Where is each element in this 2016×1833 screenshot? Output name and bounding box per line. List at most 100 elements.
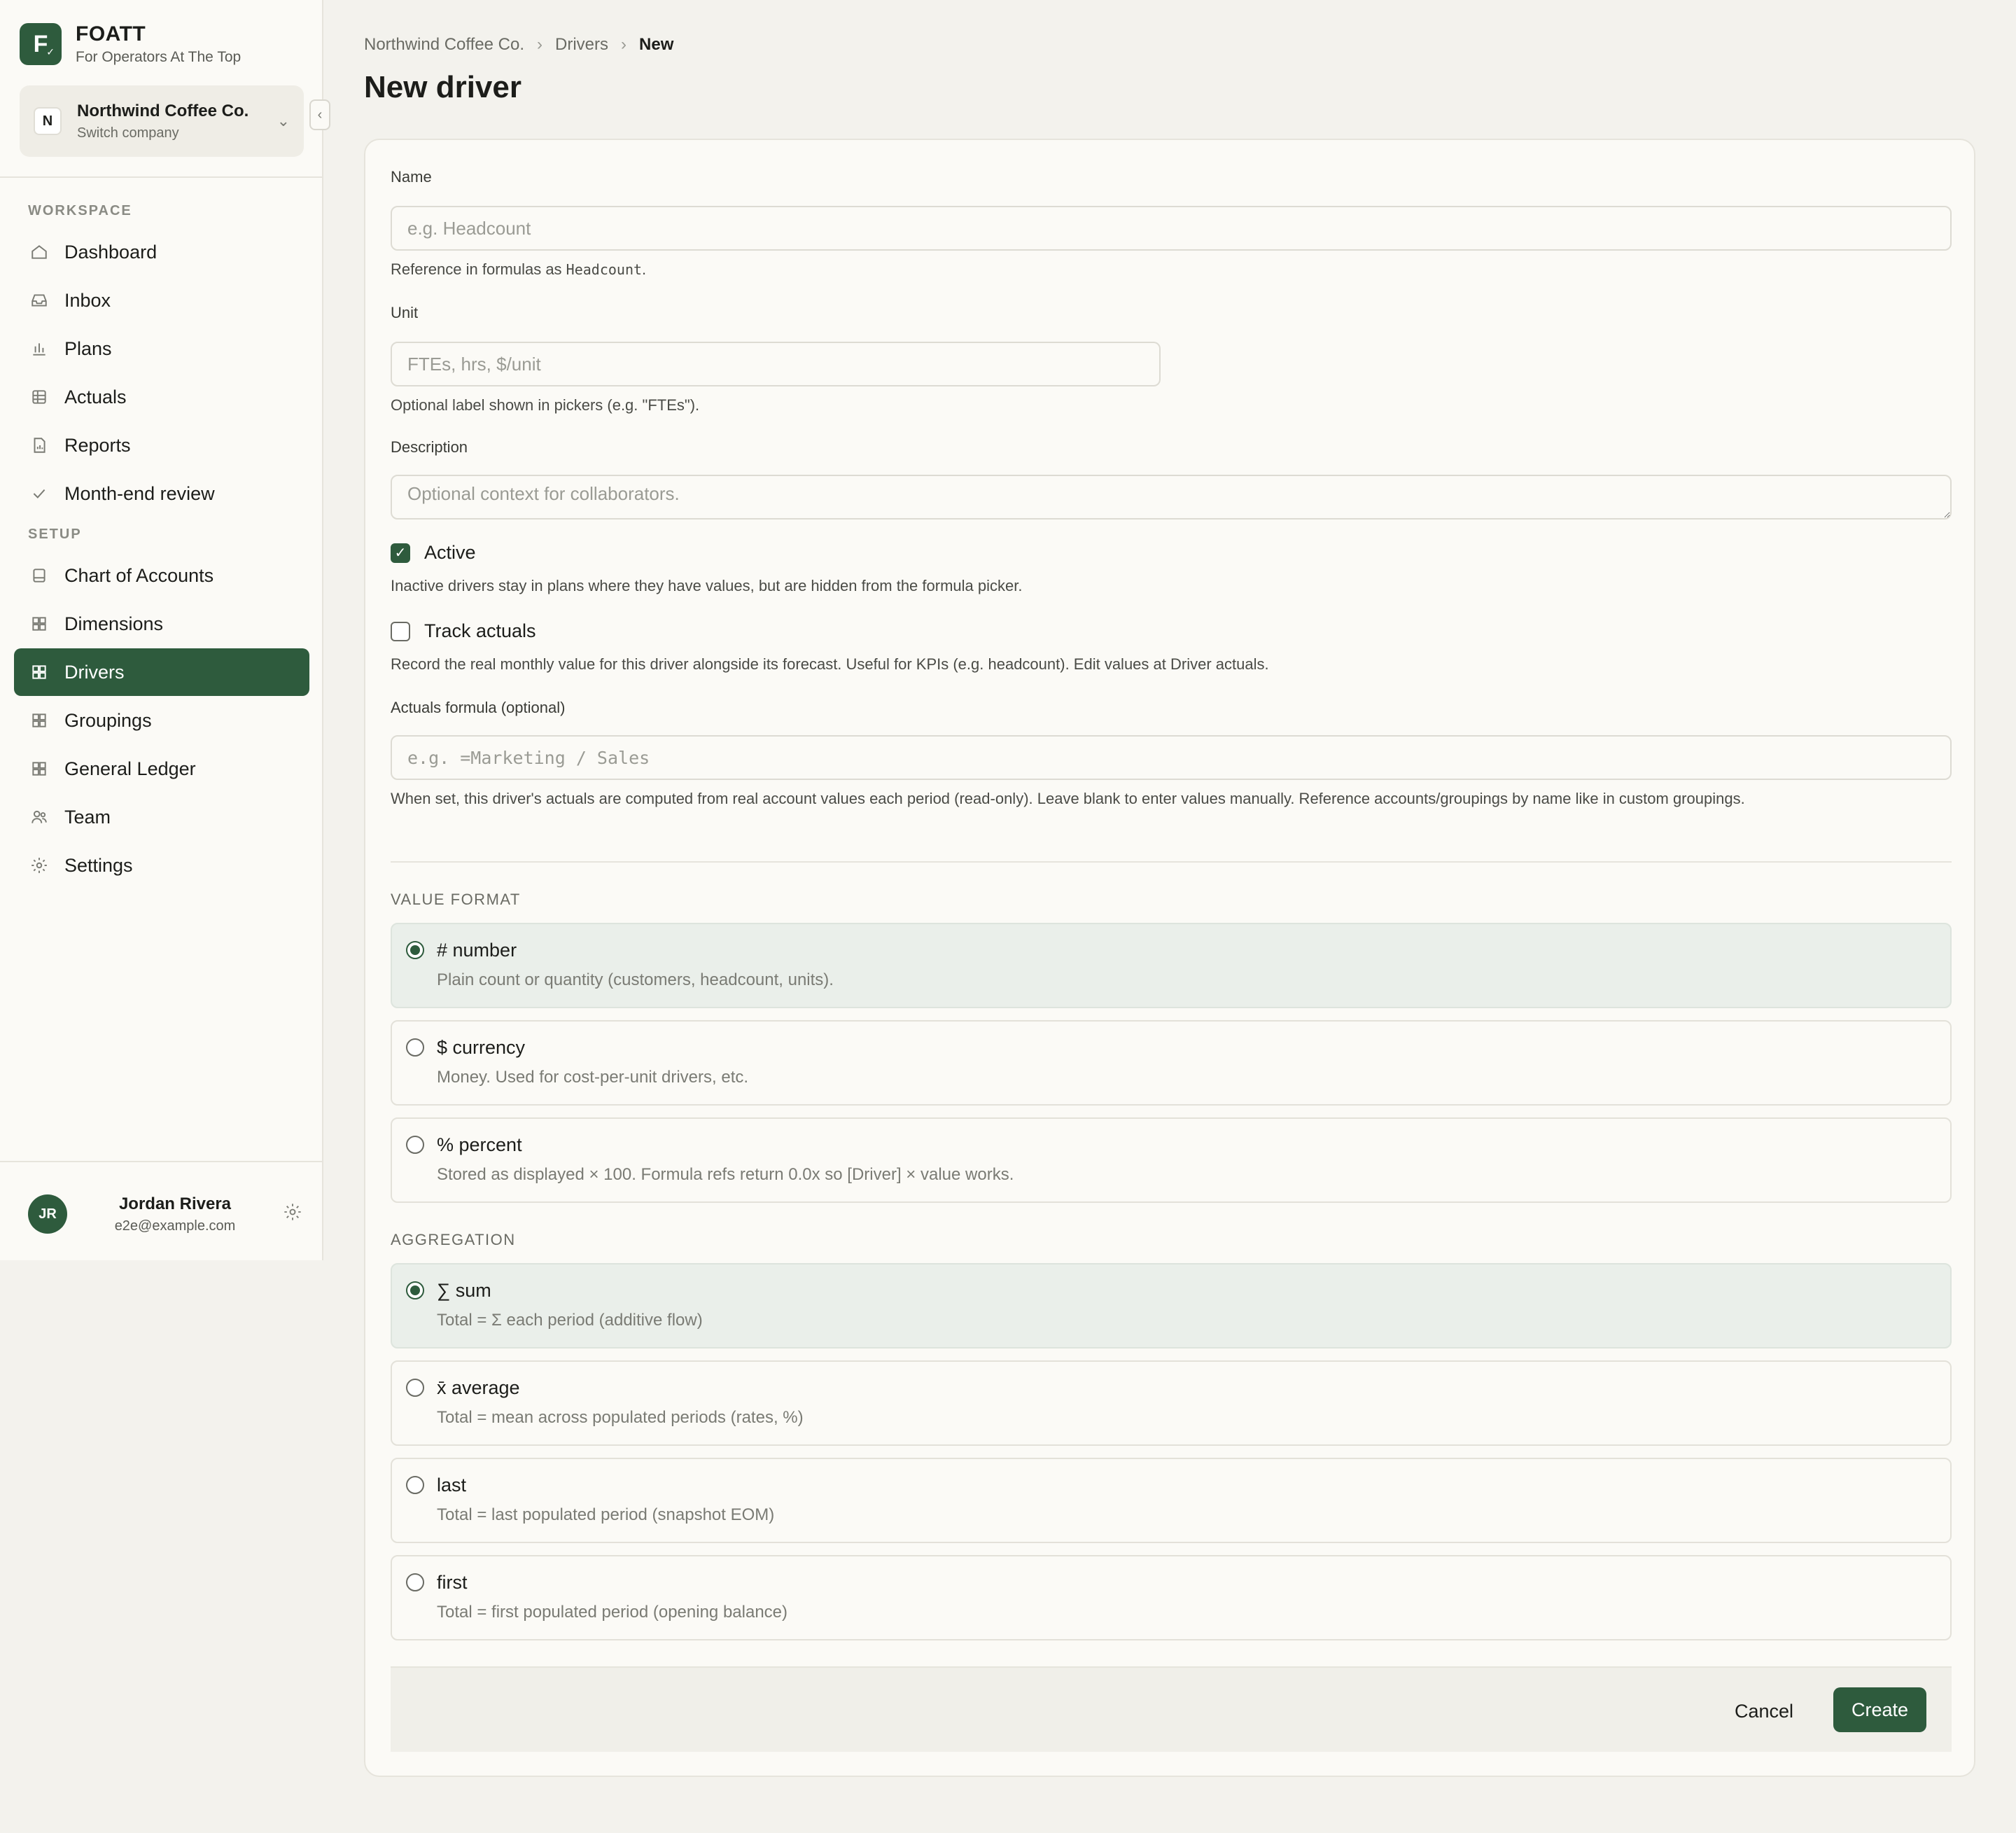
breadcrumb-company-link[interactable]: Northwind Coffee Co. <box>364 35 524 55</box>
grid-icon <box>28 615 50 633</box>
sidebar-divider <box>0 176 322 178</box>
sidebar-item-label: Groupings <box>64 709 152 731</box>
user-divider <box>0 1161 322 1162</box>
name-hint: Reference in formulas as Headcount. <box>391 260 646 279</box>
value-format-radio[interactable] <box>406 1136 424 1154</box>
user-settings-gear-icon[interactable] <box>283 1202 302 1227</box>
grid-icon <box>28 760 50 778</box>
breadcrumb-chevron-icon: › <box>537 35 543 54</box>
sidebar-item-settings[interactable]: Settings <box>14 842 309 889</box>
brand-logo-letter: F <box>33 30 48 57</box>
sidebar-item-actuals[interactable]: Actuals <box>14 373 309 421</box>
user-email: e2e@example.com <box>114 1218 236 1234</box>
sidebar-item-team[interactable]: Team <box>14 793 309 841</box>
chevron-down-icon: ⌄ <box>276 112 290 130</box>
sidebar-item-label: Reports <box>64 434 131 456</box>
sidebar-item-general-ledger[interactable]: General Ledger <box>14 745 309 793</box>
grid-icon <box>28 711 50 730</box>
aggregation-option-average[interactable]: x̄ average Total = mean across populated… <box>391 1360 1952 1446</box>
sidebar-item-label: Plans <box>64 337 112 359</box>
sidebar-item-chart-of-accounts[interactable]: Chart of Accounts <box>14 552 309 599</box>
aggregation-radio[interactable] <box>406 1379 424 1397</box>
track-actuals-hint: Record the real monthly value for this d… <box>391 655 1269 673</box>
form-footer: Cancel Create <box>391 1666 1952 1752</box>
book-icon <box>28 566 50 585</box>
track-actuals-checkbox-row[interactable]: Track actuals <box>391 620 536 642</box>
home-icon <box>28 243 50 261</box>
cancel-button[interactable]: Cancel <box>1719 1689 1809 1734</box>
option-description: Total = first populated period (opening … <box>437 1603 788 1622</box>
aggregation-option-first[interactable]: first Total = first populated period (op… <box>391 1555 1952 1640</box>
workspace-section-label: WORKSPACE <box>28 203 132 218</box>
sidebar-item-label: Settings <box>64 854 133 876</box>
check-icon <box>28 485 50 503</box>
table-icon <box>28 388 50 406</box>
actuals-formula-hint: When set, this driver's actuals are comp… <box>391 790 1745 807</box>
name-label: Name <box>391 168 432 186</box>
option-title: x̄ average <box>437 1377 520 1398</box>
track-actuals-checkbox[interactable] <box>391 621 410 641</box>
sidebar-item-label: Chart of Accounts <box>64 564 214 586</box>
breadcrumb: Northwind Coffee Co. › Drivers › New <box>364 35 673 55</box>
collapse-sidebar-button[interactable]: ‹ <box>309 99 330 130</box>
description-textarea[interactable] <box>391 475 1952 520</box>
value-format-radio[interactable] <box>406 941 424 959</box>
aggregation-radio[interactable] <box>406 1281 424 1299</box>
brand-name: FOATT <box>76 22 146 46</box>
sidebar-item-label: Dashboard <box>64 241 158 263</box>
create-button[interactable]: Create <box>1833 1687 1926 1732</box>
user-profile[interactable]: JR Jordan Rivera e2e@example.com <box>28 1192 302 1236</box>
aggregation-option-last[interactable]: last Total = last populated period (snap… <box>391 1458 1952 1543</box>
value-format-radio[interactable] <box>406 1038 424 1057</box>
sidebar-item-month-end-review[interactable]: Month-end review <box>14 470 309 517</box>
option-description: Total = mean across populated periods (r… <box>437 1408 804 1427</box>
sidebar-item-drivers[interactable]: Drivers <box>14 648 309 696</box>
aggregation-radio[interactable] <box>406 1573 424 1591</box>
unit-input[interactable] <box>391 342 1161 386</box>
sidebar-item-plans[interactable]: Plans <box>14 325 309 372</box>
sidebar-item-dashboard[interactable]: Dashboard <box>14 228 309 276</box>
aggregation-option-sum[interactable]: ∑ sum Total = Σ each period (additive fl… <box>391 1263 1952 1348</box>
inbox-icon <box>28 291 50 309</box>
option-title: last <box>437 1475 467 1496</box>
value-format-option-number[interactable]: # number Plain count or quantity (custom… <box>391 923 1952 1008</box>
company-avatar: N <box>34 107 62 135</box>
unit-hint: Optional label shown in pickers (e.g. "F… <box>391 396 700 414</box>
sidebar-item-label: General Ledger <box>64 758 196 779</box>
brand-tagline: For Operators At The Top <box>76 49 241 65</box>
sidebar-item-reports[interactable]: Reports <box>14 421 309 469</box>
actuals-formula-input[interactable] <box>391 735 1952 780</box>
grid-icon <box>28 663 50 681</box>
breadcrumb-drivers-link[interactable]: Drivers <box>555 35 608 55</box>
value-format-label: VALUE FORMAT <box>391 891 521 908</box>
active-checkbox-row[interactable]: ✓ Active <box>391 542 476 564</box>
name-hint-code: Headcount <box>566 261 643 278</box>
brand-logo: F ✓ <box>20 23 62 65</box>
page-title: New driver <box>364 70 522 104</box>
sidebar: F ✓ FOATT For Operators At The Top N Nor… <box>0 0 330 1260</box>
breadcrumb-current: New <box>639 35 674 54</box>
active-label: Active <box>424 542 476 563</box>
sidebar-item-groupings[interactable]: Groupings <box>14 697 309 744</box>
report-icon <box>28 436 50 454</box>
value-format-option-currency[interactable]: $ currency Money. Used for cost-per-unit… <box>391 1020 1952 1106</box>
new-driver-form: Name Reference in formulas as Headcount.… <box>364 139 1975 1777</box>
active-checkbox[interactable]: ✓ <box>391 543 410 563</box>
sidebar-item-label: Dimensions <box>64 613 164 634</box>
track-actuals-label: Track actuals <box>424 620 536 641</box>
aggregation-radio[interactable] <box>406 1476 424 1494</box>
actuals-formula-label: Actuals formula (optional) <box>391 699 566 716</box>
aggregation-label: AGGREGATION <box>391 1231 516 1248</box>
sidebar-item-label: Team <box>64 806 111 828</box>
name-input[interactable] <box>391 206 1952 251</box>
brand: F ✓ FOATT For Operators At The Top <box>20 22 241 66</box>
name-hint-suffix: . <box>642 260 647 278</box>
option-title: first <box>437 1572 468 1593</box>
sidebar-item-inbox[interactable]: Inbox <box>14 277 309 324</box>
sidebar-item-dimensions[interactable]: Dimensions <box>14 600 309 648</box>
description-label: Description <box>391 438 468 456</box>
value-format-option-percent[interactable]: % percent Stored as displayed × 100. For… <box>391 1117 1952 1203</box>
sidebar-item-label: Actuals <box>64 386 127 407</box>
users-icon <box>28 808 50 826</box>
company-switcher[interactable]: N Northwind Coffee Co. Switch company ⌄ <box>20 85 304 157</box>
